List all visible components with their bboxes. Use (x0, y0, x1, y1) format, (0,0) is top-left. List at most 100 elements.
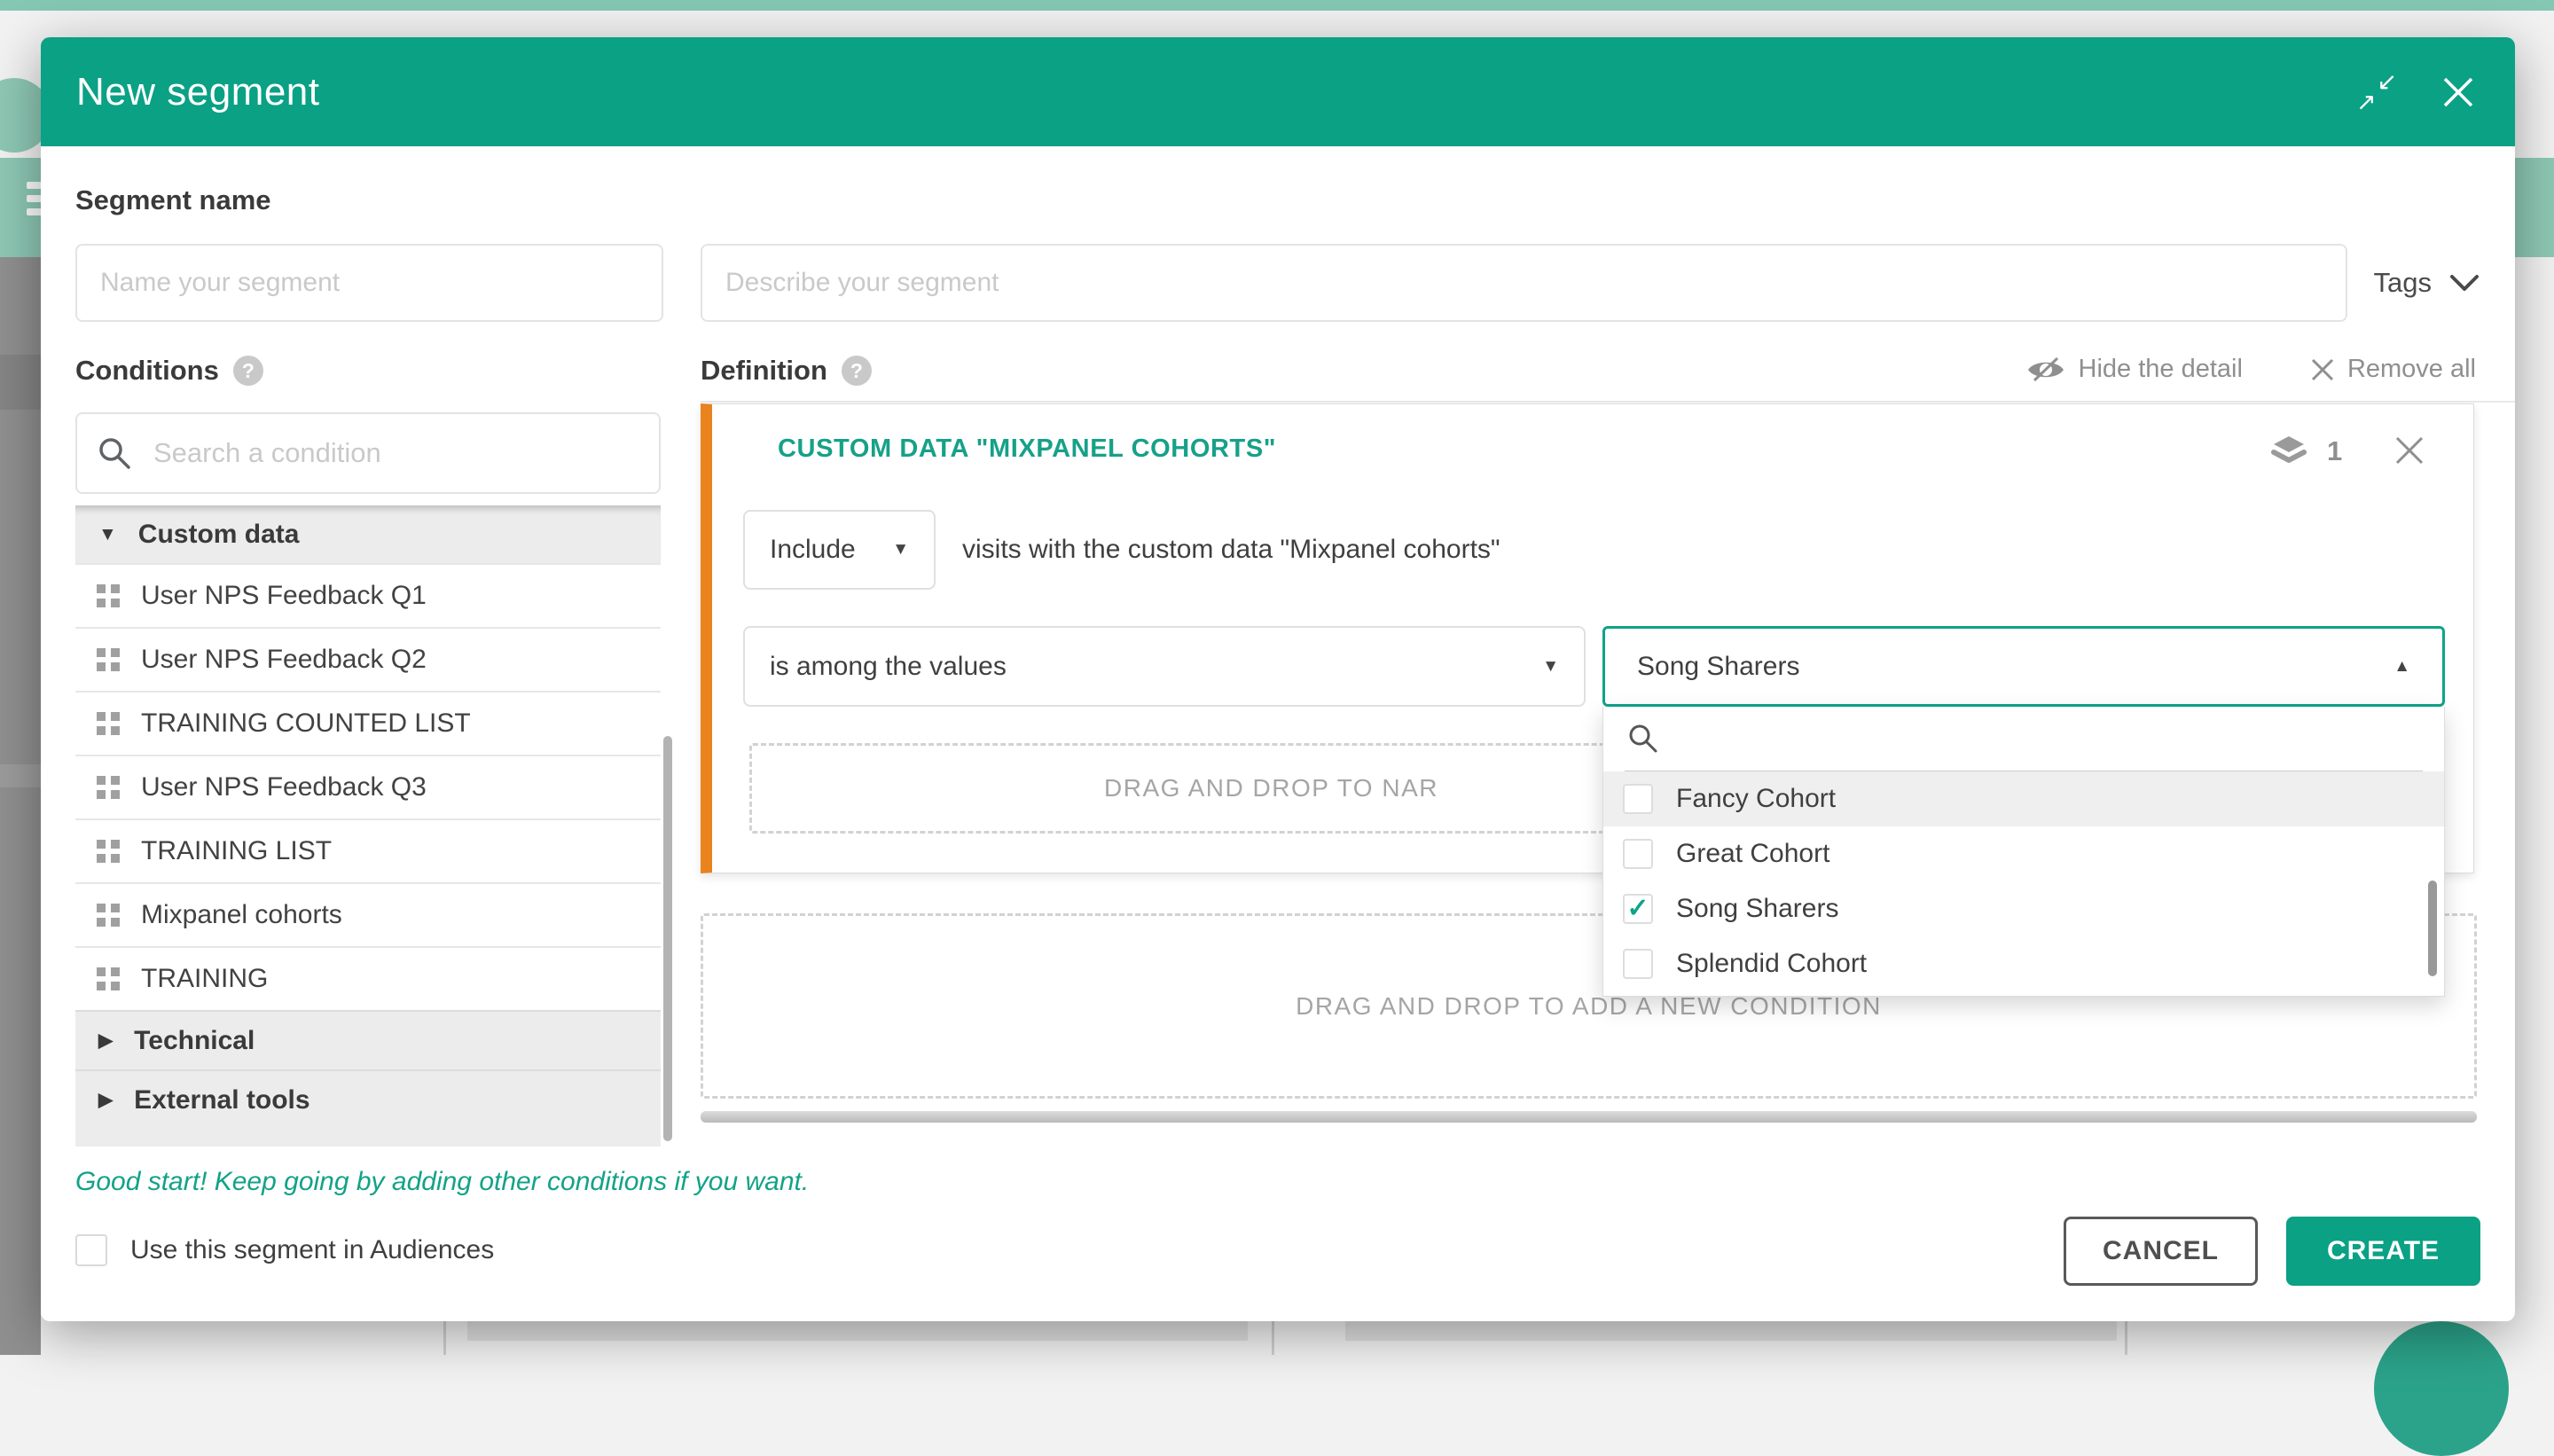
condition-search (75, 412, 661, 494)
modal-close-button[interactable] (2435, 69, 2481, 115)
remove-all-label: Remove all (2347, 355, 2476, 384)
collapse-button[interactable]: ↙↗ (2354, 69, 2400, 115)
dropdown-scrollbar[interactable] (2428, 881, 2437, 976)
hide-detail-label: Hide the detail (2079, 355, 2243, 384)
conditions-label-text: Conditions (75, 355, 219, 387)
checkbox-checked[interactable]: ✓ (1623, 894, 1653, 924)
remove-all-button[interactable]: Remove all (2310, 355, 2476, 384)
option-label: Splendid Cohort (1676, 949, 1867, 979)
caret-down-icon: ▼ (1542, 657, 1559, 677)
collapse-icon: ↙↗ (2356, 72, 2397, 113)
help-icon[interactable]: ? (233, 356, 263, 386)
background-sidebar (0, 257, 41, 1355)
dropdown-option[interactable]: ✓ Great Cohort (1603, 826, 2444, 881)
conditions-list: ▼ Custom data User NPS Feedback Q1 User … (75, 505, 661, 1147)
condition-search-input[interactable] (152, 436, 639, 470)
background-top-bar (0, 0, 2554, 11)
definition-section-label: Definition ? (701, 355, 872, 387)
drag-handle-icon (97, 776, 120, 799)
condition-phrase: visits with the custom data "Mixpanel co… (962, 510, 1500, 590)
chevron-down-icon (2449, 273, 2480, 293)
audiences-checkbox[interactable] (75, 1234, 107, 1266)
condition-item[interactable]: TRAINING (75, 946, 661, 1010)
group-label: External tools (134, 1085, 309, 1115)
value-dropdown-panel: ✓ Fancy Cohort ✓ Great Cohort ✓ Song Sha… (1602, 707, 2445, 997)
checkbox-unchecked[interactable]: ✓ (1623, 949, 1653, 979)
tags-dropdown[interactable]: Tags (2374, 244, 2480, 322)
condition-count-value: 1 (2327, 435, 2342, 467)
operator-select[interactable]: is among the values ▼ (743, 626, 1586, 707)
drag-handle-icon (97, 584, 120, 607)
value-selected: Song Sharers (1637, 652, 1799, 682)
value-select[interactable]: Song Sharers ▲ (1602, 626, 2445, 707)
narrow-drop-zone-hint: DRAG AND DROP TO NAR (1104, 746, 1438, 831)
dropdown-search[interactable] (1603, 707, 2444, 771)
close-icon (2310, 357, 2335, 382)
condition-item-label: User NPS Feedback Q3 (141, 772, 427, 802)
background-divider (443, 1321, 446, 1355)
condition-item[interactable]: User NPS Feedback Q2 (75, 627, 661, 691)
operator-value: is among the values (770, 652, 1007, 682)
list-tail (75, 1129, 661, 1147)
segment-name-input[interactable] (75, 244, 663, 322)
cancel-button[interactable]: CANCEL (2064, 1217, 2258, 1286)
option-label: Great Cohort (1676, 839, 1829, 869)
dropdown-option[interactable]: ✓ Song Sharers (1603, 881, 2444, 936)
condition-item[interactable]: TRAINING COUNTED LIST (75, 691, 661, 755)
create-button[interactable]: CREATE (2286, 1217, 2480, 1286)
group-custom-data[interactable]: ▼ Custom data (75, 505, 661, 563)
condition-item-label: TRAINING LIST (141, 836, 332, 866)
definition-label-text: Definition (701, 355, 827, 387)
check-icon: ✓ (1626, 896, 1649, 922)
audiences-checkbox-label: Use this segment in Audiences (130, 1235, 494, 1265)
condition-item[interactable]: TRAINING LIST (75, 818, 661, 882)
definition-divider (701, 401, 2515, 403)
dropdown-option[interactable]: ✓ Splendid Cohort (1603, 936, 2444, 991)
definition-horizontal-scrollbar[interactable] (701, 1111, 2477, 1123)
caret-up-icon: ▲ (2393, 657, 2410, 677)
option-label: Song Sharers (1676, 894, 1838, 924)
condition-item[interactable]: User NPS Feedback Q1 (75, 563, 661, 627)
conditions-scrollbar[interactable] (663, 736, 672, 1141)
close-icon (2393, 434, 2426, 467)
segment-description-input[interactable] (701, 244, 2347, 322)
condition-item-label: TRAINING (141, 964, 268, 994)
checkbox-unchecked[interactable]: ✓ (1623, 839, 1653, 869)
condition-item[interactable]: Mixpanel cohorts (75, 882, 661, 946)
checkbox-unchecked[interactable]: ✓ (1623, 784, 1653, 814)
dropdown-option[interactable]: ✓ Fancy Cohort (1603, 771, 2444, 826)
modal-header: New segment ↙↗ (41, 37, 2515, 146)
progress-hint: Good start! Keep going by adding other c… (75, 1167, 809, 1197)
drag-handle-icon (97, 967, 120, 990)
include-select[interactable]: Include ▼ (743, 510, 936, 590)
hide-detail-button[interactable]: Hide the detail (2025, 355, 2243, 384)
audiences-checkbox-row[interactable]: Use this segment in Audiences (75, 1234, 494, 1266)
background-divider (1272, 1321, 1274, 1355)
floating-action-button (2374, 1321, 2509, 1456)
modal-title: New segment (76, 37, 320, 146)
condition-item-label: User NPS Feedback Q2 (141, 645, 427, 675)
group-external-tools[interactable]: ▶ External tools (75, 1069, 661, 1129)
conditions-section-label: Conditions ? (75, 355, 263, 387)
condition-card-title: CUSTOM DATA "MIXPANEL COHORTS" (778, 434, 1276, 464)
condition-item[interactable]: User NPS Feedback Q3 (75, 755, 661, 818)
condition-item-label: User NPS Feedback Q1 (141, 581, 427, 611)
include-value: Include (770, 535, 856, 565)
background-card-header (1345, 1321, 2117, 1341)
help-icon[interactable]: ? (842, 356, 872, 386)
segment-name-label: Segment name (75, 184, 271, 216)
group-label: Custom data (138, 520, 300, 550)
option-label: Fancy Cohort (1676, 784, 1836, 814)
caret-down-icon: ▼ (892, 540, 909, 560)
triangle-right-icon: ▶ (98, 1029, 113, 1052)
search-icon (1626, 722, 1660, 755)
new-segment-modal: New segment ↙↗ Segment name Tags Conditi… (41, 37, 2515, 1321)
background-sidebar-item (0, 764, 41, 787)
definition-toolbar: Hide the detail Remove all (2025, 355, 2476, 384)
condition-item-label: Mixpanel cohorts (141, 900, 342, 930)
eye-off-icon (2025, 356, 2066, 384)
search-icon (97, 435, 132, 471)
condition-remove-button[interactable] (2388, 429, 2431, 472)
drag-handle-icon (97, 904, 120, 927)
group-technical[interactable]: ▶ Technical (75, 1010, 661, 1069)
